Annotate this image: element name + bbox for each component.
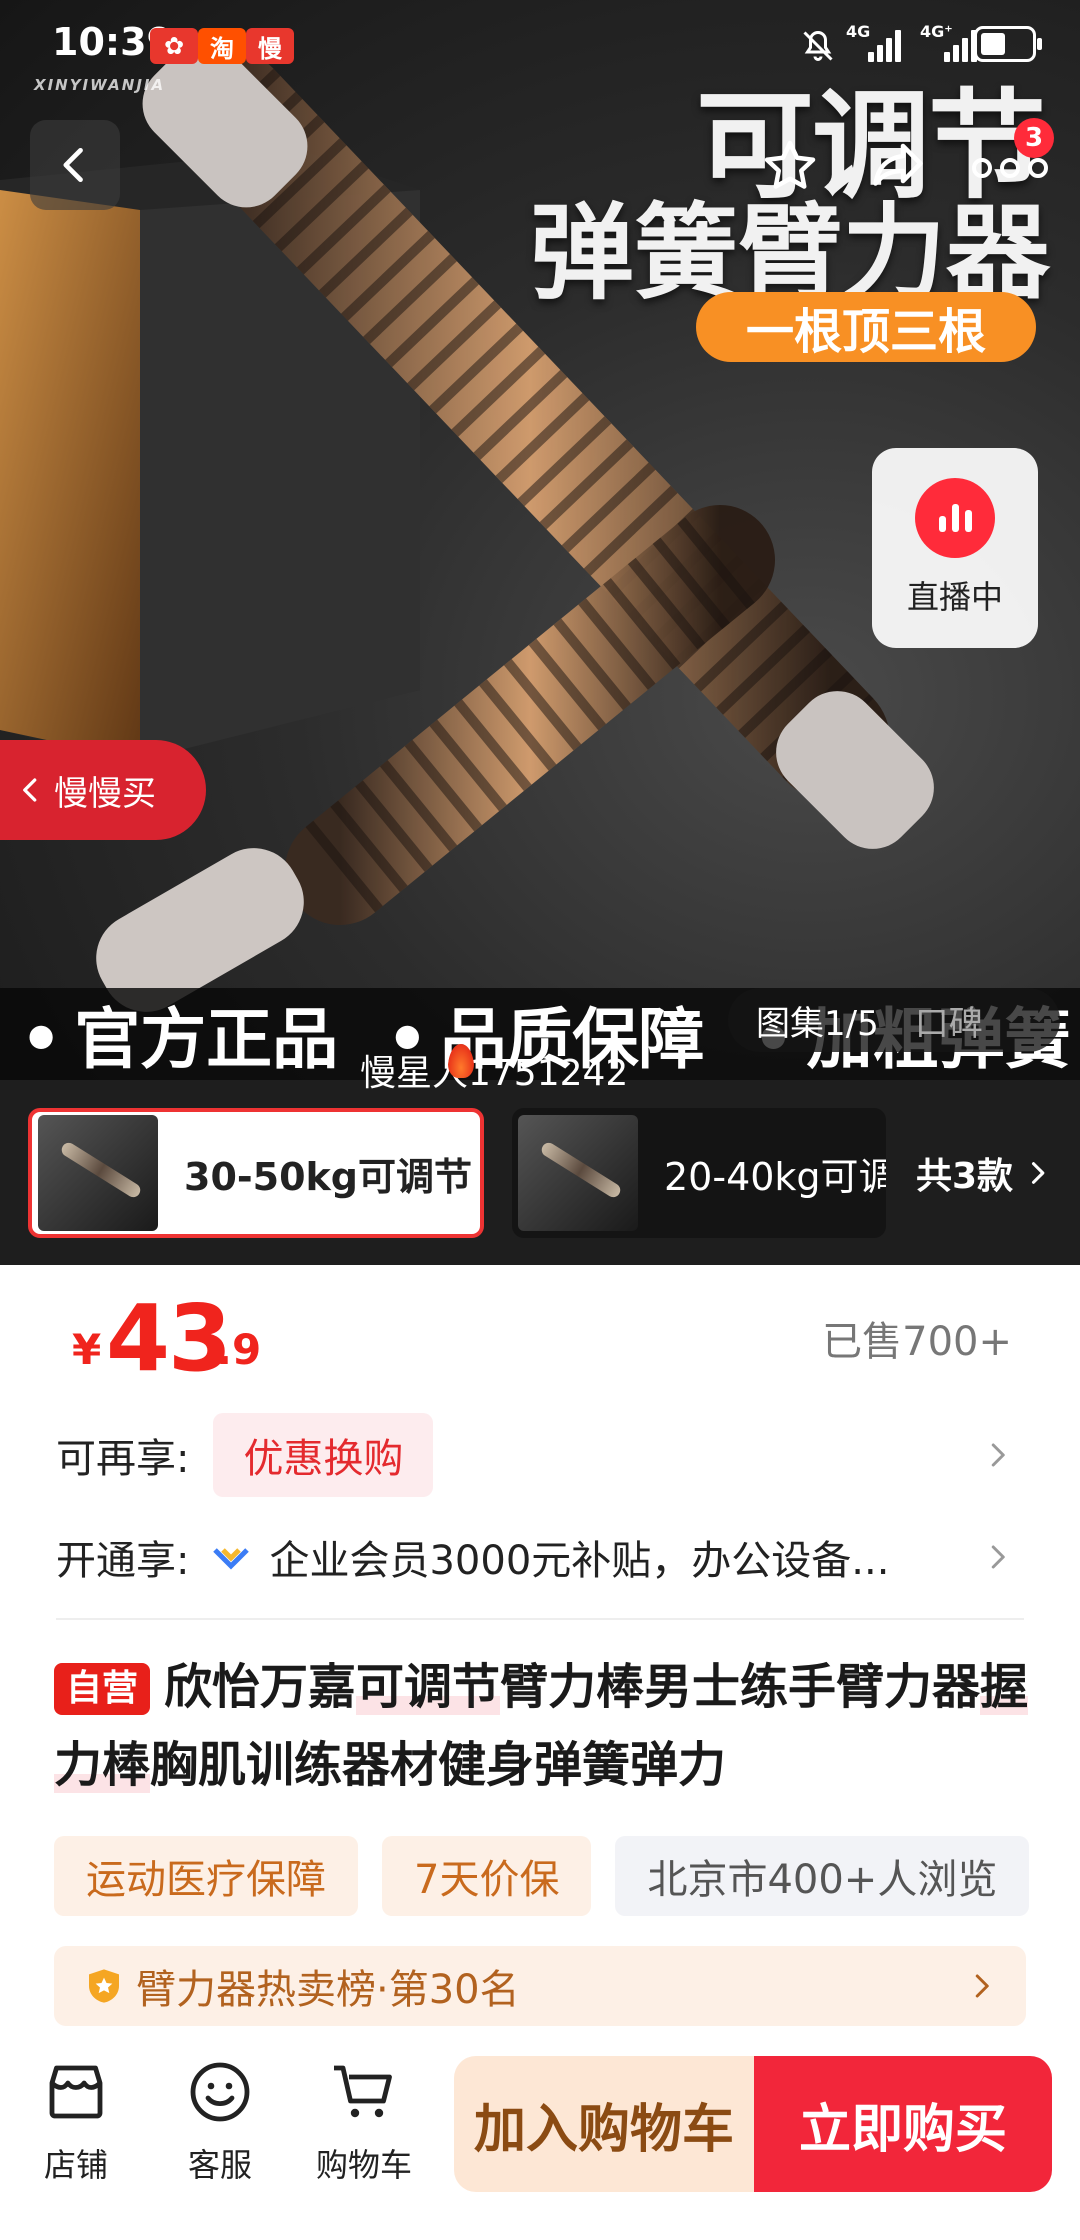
variant-thumbnail [38,1115,158,1231]
brand-watermark: XINYIWANJIA [34,76,166,94]
taobao-app-icon: 淘 [198,28,246,64]
views-tag: 北京市400+人浏览 [615,1836,1030,1916]
share-button[interactable] [860,128,936,204]
reenjoy-row[interactable]: 可再享: 优惠换购 [56,1410,1024,1500]
cart-label: 购物车 [315,2146,412,2184]
slow-buy-label: 慢慢买 [54,773,156,814]
star-icon [764,140,816,189]
reenjoy-label: 可再享: [56,1436,190,1482]
service-label: 客服 [187,2146,252,2184]
dot-icon [1000,158,1020,178]
live-label: 直播中 [906,578,1003,616]
live-stream-button[interactable]: 直播中 [872,448,1038,648]
chevron-left-icon [23,778,37,802]
product-detail-page: 10:39 XINYIWANJIA ✿ 淘 慢 4G 4G⁺ 3 可调节 弹簧臂… [0,0,1080,2240]
store-button[interactable]: 店铺 [16,2056,136,2186]
variant-thumbnail [518,1115,638,1231]
chevron-left-icon [63,147,83,183]
chevron-right-icon [975,1974,989,1998]
self-operated-badge: 自营 [54,1663,151,1715]
cart-count-badge: 3 [1014,118,1054,158]
gallery-count: 图集1/5 [756,1003,879,1044]
variant-count-button[interactable]: 共3款 [916,1080,1051,1265]
variant-label: 30-50kg可调节 [184,1154,473,1199]
price-decimal: .9 [216,1325,262,1374]
promo-pill: 一根顶三根 [696,292,1036,362]
variant-count-label: 共3款 [916,1155,1014,1197]
service-tag[interactable]: 运动医疗保障 [54,1836,358,1916]
shield-star-icon [89,1969,119,2003]
mute-icon [803,30,833,61]
cart-button[interactable]: 购物车 [304,2056,424,2186]
feature-item: 官方正品 [20,988,338,1080]
variant-option-selected[interactable]: 30-50kg可调节 [28,1108,484,1238]
ranking-label: 臂力器热卖榜·第30名 [136,1967,520,2013]
dot-icon [1028,158,1048,178]
cart-icon [334,2065,392,2118]
favorite-button[interactable] [752,128,828,204]
fire-icon [448,1044,474,1078]
smile-chat-icon [190,2062,250,2122]
divider [56,1618,1024,1620]
battery-icon [974,26,1042,62]
price-integer: 43 [106,1285,232,1392]
store-icon [49,2065,103,2119]
dot-icon [972,158,992,178]
slow-buy-app-icon: 慢 [246,28,294,64]
title-part: 臂力棒男士练手臂力器 [500,1659,981,1715]
app-notification-icon: ✿ [150,28,198,64]
status-bar: 10:39 XINYIWANJIA ✿ 淘 慢 4G 4G⁺ [0,18,1080,94]
membership-label: 开通享: [56,1538,190,1584]
signal-icon [868,28,908,62]
title-part: 欣怡万嘉 [164,1659,357,1715]
service-tags: 运动医疗保障 7天价保 北京市400+人浏览 [54,1836,1030,1916]
variant-label: 20-40kg可调节 [664,1154,886,1199]
price-section: ¥ 43 .9 已售700+ [0,1265,1080,1415]
title-highlight: 可调节 [356,1659,501,1715]
add-to-cart-button[interactable]: 加入购物车 [454,2056,754,2192]
share-icon [873,143,923,186]
customer-service-button[interactable]: 客服 [160,2056,280,2186]
membership-text: 企业会员3000元补贴，办公设备... [269,1538,890,1584]
live-icon [915,478,995,558]
gallery-indicator[interactable]: 图集1/5 口碑 [728,988,1060,1052]
currency-symbol: ¥ [72,1325,102,1374]
sold-count: 已售700+ [822,1319,1012,1365]
bottom-action-bar: 店铺 客服 购物车 加入购物车 立即购买 [0,2046,1080,2240]
trade-in-chip[interactable]: 优惠换购 [213,1413,434,1497]
koubei-tab[interactable]: 口碑 [915,996,983,1045]
title-part: 胸肌训练器材健身弹簧弹力 [150,1737,727,1793]
buyer-tag: 慢星人1751242 [360,1053,629,1094]
buy-now-button[interactable]: 立即购买 [754,2056,1052,2192]
chevron-right-icon [991,1443,1005,1467]
ranking-banner[interactable]: 臂力器热卖榜·第30名 [54,1946,1026,2026]
variant-option[interactable]: 20-40kg可调节 [512,1108,886,1238]
product-image-carousel[interactable]: 10:39 XINYIWANJIA ✿ 淘 慢 4G 4G⁺ 3 可调节 弹簧臂… [0,0,1080,1265]
store-label: 店铺 [43,2146,108,2184]
chevron-right-icon [991,1545,1005,1569]
product-title: 自营 欣怡万嘉可调节臂力棒男士练手臂力器握力棒胸肌训练器材健身弹簧弹力 [54,1648,1044,1804]
slow-buy-button[interactable]: 慢慢买 [0,740,206,840]
chevron-right-icon [1032,1161,1045,1184]
enterprise-vip-icon [213,1548,250,1570]
back-button[interactable] [30,120,120,210]
network-type-label: 4G [846,22,871,41]
membership-row[interactable]: 开通享: 企业会员3000元补贴，办公设备... [56,1512,1024,1602]
service-tag[interactable]: 7天价保 [382,1836,592,1916]
